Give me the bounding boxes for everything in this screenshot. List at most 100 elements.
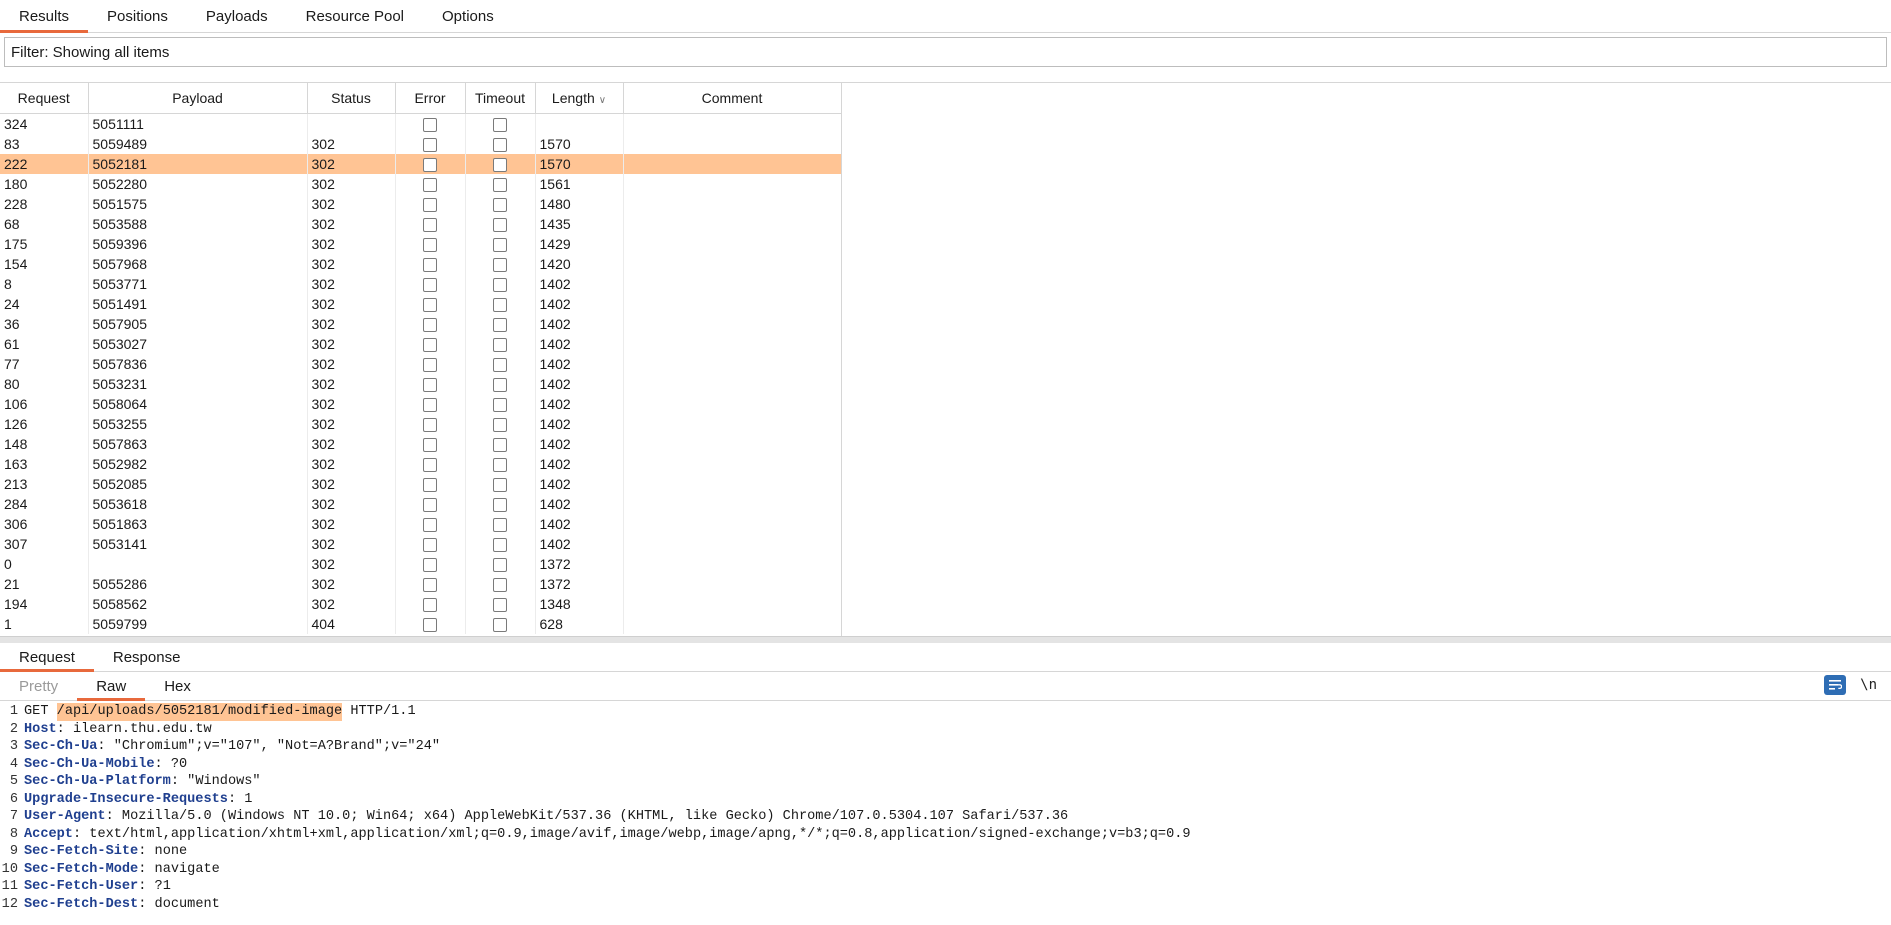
timeout-checkbox[interactable] — [493, 518, 507, 533]
error-checkbox[interactable] — [423, 138, 437, 153]
timeout-checkbox[interactable] — [493, 338, 507, 353]
table-row[interactable]: 36 5057905 302 1402 — [0, 314, 842, 334]
cell-error — [395, 594, 466, 614]
table-row[interactable]: 228 5051575 302 1480 — [0, 194, 842, 214]
column-header-timeout[interactable]: Timeout — [465, 83, 536, 114]
error-checkbox[interactable] — [423, 118, 437, 133]
error-checkbox[interactable] — [423, 558, 437, 573]
timeout-checkbox[interactable] — [493, 538, 507, 553]
filter-bar[interactable]: Filter: Showing all items — [4, 37, 1887, 67]
error-checkbox[interactable] — [423, 538, 437, 553]
timeout-checkbox[interactable] — [493, 158, 507, 173]
word-wrap-button[interactable] — [1824, 675, 1847, 695]
timeout-checkbox[interactable] — [493, 138, 507, 153]
table-row[interactable]: 0 302 1372 — [0, 554, 842, 574]
timeout-checkbox[interactable] — [493, 458, 507, 473]
error-checkbox[interactable] — [423, 618, 437, 633]
table-row[interactable]: 306 5051863 302 1402 — [0, 514, 842, 534]
table-row[interactable]: 68 5053588 302 1435 — [0, 214, 842, 234]
column-header-length[interactable]: Length ∨ — [535, 83, 624, 114]
table-row[interactable]: 61 5053027 302 1402 — [0, 334, 842, 354]
table-row[interactable]: 24 5051491 302 1402 — [0, 294, 842, 314]
timeout-checkbox[interactable] — [493, 618, 507, 633]
error-checkbox[interactable] — [423, 318, 437, 333]
table-row[interactable]: 307 5053141 302 1402 — [0, 534, 842, 554]
table-row[interactable]: 83 5059489 302 1570 — [0, 134, 842, 154]
error-checkbox[interactable] — [423, 418, 437, 433]
table-row[interactable]: 106 5058064 302 1402 — [0, 394, 842, 414]
raw-request-editor[interactable]: 1 GET /api/uploads/5052181/modified-imag… — [0, 701, 1891, 913]
timeout-checkbox[interactable] — [493, 118, 507, 133]
table-row[interactable]: 324 5051111 — [0, 113, 842, 134]
timeout-checkbox[interactable] — [493, 198, 507, 213]
column-header-error[interactable]: Error — [395, 83, 466, 114]
table-row[interactable]: 154 5057968 302 1420 — [0, 254, 842, 274]
table-row[interactable]: 1 5059799 404 628 — [0, 614, 842, 634]
column-header-request[interactable]: Request — [0, 83, 89, 114]
tab-raw[interactable]: Raw — [77, 672, 146, 701]
tab-options[interactable]: Options — [423, 0, 513, 32]
timeout-checkbox[interactable] — [493, 258, 507, 273]
error-checkbox[interactable] — [423, 498, 437, 513]
error-checkbox[interactable] — [423, 598, 437, 613]
timeout-checkbox[interactable] — [493, 558, 507, 573]
error-checkbox[interactable] — [423, 158, 437, 173]
timeout-checkbox[interactable] — [493, 238, 507, 253]
show-newlines-toggle[interactable]: \n — [1860, 677, 1877, 693]
timeout-checkbox[interactable] — [493, 598, 507, 613]
column-header-status[interactable]: Status — [307, 83, 396, 114]
table-row[interactable]: 8 5053771 302 1402 — [0, 274, 842, 294]
tab-positions[interactable]: Positions — [88, 0, 187, 32]
table-row[interactable]: 175 5059396 302 1429 — [0, 234, 842, 254]
tab-response[interactable]: Response — [94, 643, 200, 671]
table-row[interactable]: 80 5053231 302 1402 — [0, 374, 842, 394]
timeout-checkbox[interactable] — [493, 378, 507, 393]
error-checkbox[interactable] — [423, 458, 437, 473]
timeout-checkbox[interactable] — [493, 418, 507, 433]
tab-hex[interactable]: Hex — [145, 672, 210, 700]
column-header-payload[interactable]: Payload — [88, 83, 308, 114]
table-row[interactable]: 222 5052181 302 1570 — [0, 154, 842, 174]
tab-resource-pool[interactable]: Resource Pool — [287, 0, 423, 32]
error-checkbox[interactable] — [423, 578, 437, 593]
error-checkbox[interactable] — [423, 238, 437, 253]
table-row[interactable]: 213 5052085 302 1402 — [0, 474, 842, 494]
timeout-checkbox[interactable] — [493, 278, 507, 293]
error-checkbox[interactable] — [423, 298, 437, 313]
timeout-checkbox[interactable] — [493, 178, 507, 193]
error-checkbox[interactable] — [423, 378, 437, 393]
error-checkbox[interactable] — [423, 478, 437, 493]
timeout-checkbox[interactable] — [493, 218, 507, 233]
error-checkbox[interactable] — [423, 338, 437, 353]
table-row[interactable]: 148 5057863 302 1402 — [0, 434, 842, 454]
timeout-checkbox[interactable] — [493, 298, 507, 313]
timeout-checkbox[interactable] — [493, 318, 507, 333]
error-checkbox[interactable] — [423, 198, 437, 213]
error-checkbox[interactable] — [423, 438, 437, 453]
timeout-checkbox[interactable] — [493, 438, 507, 453]
error-checkbox[interactable] — [423, 518, 437, 533]
tab-results[interactable]: Results — [0, 0, 89, 33]
table-row[interactable]: 163 5052982 302 1402 — [0, 454, 842, 474]
error-checkbox[interactable] — [423, 258, 437, 273]
table-row[interactable]: 21 5055286 302 1372 — [0, 574, 842, 594]
error-checkbox[interactable] — [423, 358, 437, 373]
table-row[interactable]: 284 5053618 302 1402 — [0, 494, 842, 514]
error-checkbox[interactable] — [423, 178, 437, 193]
error-checkbox[interactable] — [423, 278, 437, 293]
tab-pretty[interactable]: Pretty — [0, 672, 77, 700]
table-row[interactable]: 77 5057836 302 1402 — [0, 354, 842, 374]
table-row[interactable]: 126 5053255 302 1402 — [0, 414, 842, 434]
timeout-checkbox[interactable] — [493, 498, 507, 513]
error-checkbox[interactable] — [423, 398, 437, 413]
timeout-checkbox[interactable] — [493, 578, 507, 593]
table-row[interactable]: 194 5058562 302 1348 — [0, 594, 842, 614]
timeout-checkbox[interactable] — [493, 358, 507, 373]
error-checkbox[interactable] — [423, 218, 437, 233]
timeout-checkbox[interactable] — [493, 478, 507, 493]
tab-payloads[interactable]: Payloads — [187, 0, 287, 32]
timeout-checkbox[interactable] — [493, 398, 507, 413]
column-header-comment[interactable]: Comment — [623, 83, 842, 114]
tab-request[interactable]: Request — [0, 643, 94, 672]
table-row[interactable]: 180 5052280 302 1561 — [0, 174, 842, 194]
